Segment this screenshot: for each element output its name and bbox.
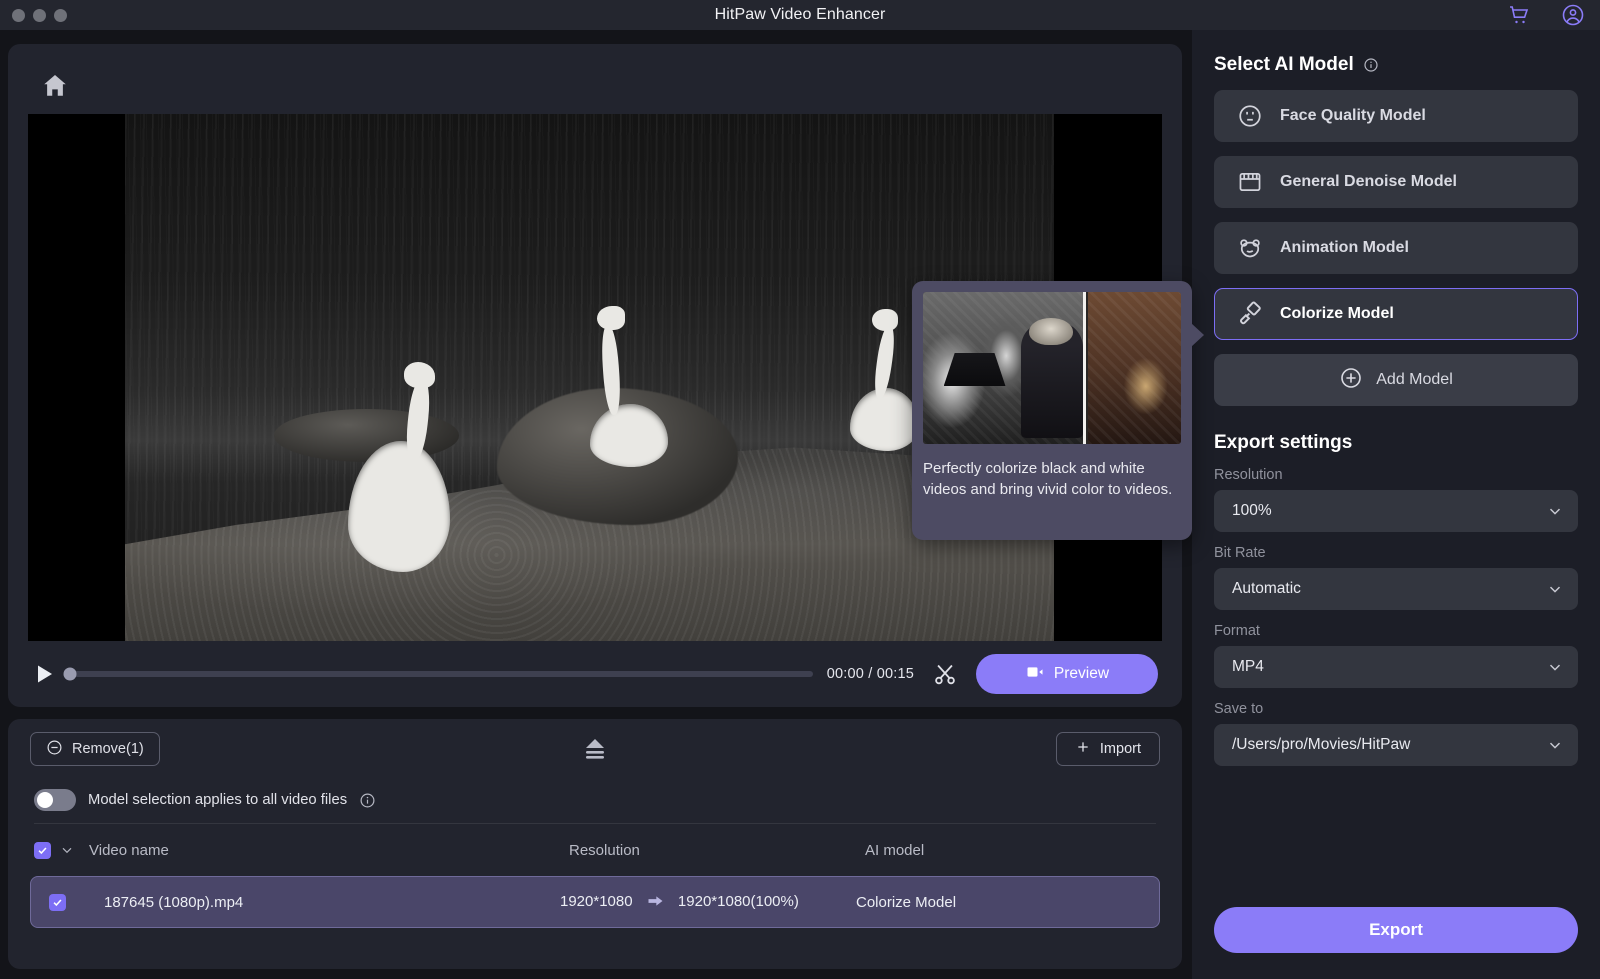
video-goose-head bbox=[871, 308, 898, 332]
remove-button[interactable]: Remove(1) bbox=[30, 732, 160, 766]
home-icon[interactable] bbox=[40, 71, 70, 101]
scissors-icon[interactable] bbox=[932, 661, 958, 687]
title-bar-actions bbox=[1506, 0, 1586, 30]
format-value: MP4 bbox=[1232, 658, 1264, 675]
export-settings-title: Export settings bbox=[1214, 432, 1353, 453]
user-account-icon[interactable] bbox=[1560, 2, 1586, 28]
playback-progress-thumb[interactable] bbox=[63, 667, 77, 681]
resolution-label: Resolution bbox=[1214, 467, 1283, 483]
tooltip-thumb-split-line bbox=[1082, 292, 1086, 444]
column-header-ai-model: AI model bbox=[865, 841, 925, 859]
model-option-face-quality[interactable]: Face Quality Model bbox=[1214, 90, 1578, 142]
video-rock-small bbox=[273, 409, 460, 462]
format-select[interactable]: MP4 bbox=[1214, 646, 1578, 688]
tooltip-thumb-hair bbox=[1028, 317, 1073, 346]
file-list-body: 187645 (1080p).mp4 1920*1080 1920*1080(1… bbox=[8, 876, 1182, 928]
resolution-select[interactable]: 100% bbox=[1214, 490, 1578, 532]
plus-circle-icon bbox=[1339, 366, 1363, 395]
chevron-down-icon[interactable] bbox=[59, 842, 75, 858]
add-model-button[interactable]: Add Model bbox=[1214, 354, 1578, 406]
shopping-cart-icon[interactable] bbox=[1506, 2, 1532, 28]
video-goose-head bbox=[596, 306, 625, 330]
row-resolution-from: 1920*1080 bbox=[560, 892, 633, 910]
playback-progress-slider[interactable] bbox=[63, 667, 813, 681]
row-resolution-to: 1920*1080(100%) bbox=[677, 892, 799, 910]
title-bar: HitPaw Video Enhancer bbox=[0, 0, 1600, 30]
bitrate-select[interactable]: Automatic bbox=[1214, 568, 1578, 610]
bitrate-value: Automatic bbox=[1232, 580, 1301, 597]
table-row[interactable]: 187645 (1080p).mp4 1920*1080 1920*1080(1… bbox=[30, 876, 1160, 928]
toggle-knob bbox=[37, 792, 53, 808]
right-sidebar: Select AI Model Face Quality Model Gener… bbox=[1192, 30, 1600, 979]
apply-to-all-row: Model selection applies to all video fil… bbox=[8, 779, 1182, 823]
paint-roller-icon bbox=[1237, 301, 1263, 327]
select-all-checkbox[interactable] bbox=[34, 841, 51, 859]
column-header-video-name: Video name bbox=[89, 841, 169, 859]
remove-button-label: Remove(1) bbox=[72, 741, 144, 757]
play-icon[interactable] bbox=[32, 661, 56, 687]
file-list-header: Video name Resolution AI model bbox=[8, 824, 1182, 876]
row-checkbox-wrap bbox=[35, 893, 66, 911]
add-model-label: Add Model bbox=[1376, 371, 1453, 388]
save-to-label: Save to bbox=[1214, 701, 1264, 717]
apply-to-all-toggle[interactable] bbox=[34, 789, 76, 811]
face-icon bbox=[1237, 103, 1263, 129]
video-goose-head bbox=[403, 361, 436, 389]
info-icon[interactable] bbox=[359, 792, 376, 809]
row-video-name: 187645 (1080p).mp4 bbox=[104, 893, 244, 911]
import-button-label: Import bbox=[1099, 741, 1141, 757]
save-to-value: /Users/pro/Movies/HitPaw bbox=[1232, 736, 1411, 753]
save-to-select[interactable]: /Users/pro/Movies/HitPaw bbox=[1214, 724, 1578, 766]
model-option-label: Animation Model bbox=[1280, 239, 1409, 256]
chevron-down-icon bbox=[1546, 580, 1564, 598]
select-ai-model-title-text: Select AI Model bbox=[1214, 54, 1354, 75]
minus-circle-icon bbox=[46, 739, 63, 760]
apply-to-all-label: Model selection applies to all video fil… bbox=[88, 792, 348, 808]
model-tooltip: Perfectly colorize black and white video… bbox=[912, 281, 1204, 540]
bear-face-icon bbox=[1237, 235, 1263, 261]
model-option-general-denoise[interactable]: General Denoise Model bbox=[1214, 156, 1578, 208]
model-option-animation[interactable]: Animation Model bbox=[1214, 222, 1578, 274]
collapse-panel-icon[interactable] bbox=[581, 736, 609, 762]
row-resolution: 1920*1080 1920*1080(100%) bbox=[560, 893, 856, 912]
clapperboard-icon bbox=[1237, 169, 1263, 195]
preview-button[interactable]: Preview bbox=[976, 654, 1158, 694]
row-checkbox[interactable] bbox=[49, 893, 66, 911]
tooltip-thumb-after bbox=[1088, 292, 1181, 444]
file-list-toolbar: Remove(1) Import bbox=[8, 719, 1182, 779]
chevron-down-icon bbox=[1546, 658, 1564, 676]
player-controls: 00:00 / 00:15 Preview bbox=[8, 641, 1182, 707]
preview-button-label: Preview bbox=[1053, 665, 1110, 682]
format-label: Format bbox=[1214, 623, 1260, 639]
column-header-resolution: Resolution bbox=[569, 841, 640, 859]
app-window: HitPaw Video Enhancer 00:00 / 00:15 Prev… bbox=[0, 0, 1600, 979]
info-icon[interactable] bbox=[1363, 57, 1379, 73]
file-list-card: Remove(1) Import Model selection applies… bbox=[8, 719, 1182, 969]
model-option-label: Colorize Model bbox=[1280, 305, 1394, 322]
app-title: HitPaw Video Enhancer bbox=[714, 6, 886, 23]
tooltip-thumbnail bbox=[923, 292, 1181, 444]
video-camera-icon bbox=[1025, 662, 1045, 687]
import-button[interactable]: Import bbox=[1055, 732, 1160, 766]
chevron-down-icon bbox=[1546, 502, 1564, 520]
arrow-right-icon bbox=[647, 895, 668, 912]
model-option-label: Face Quality Model bbox=[1280, 107, 1426, 124]
bitrate-label: Bit Rate bbox=[1214, 545, 1266, 561]
playback-time: 00:00 / 00:15 bbox=[826, 666, 914, 682]
resolution-value: 100% bbox=[1232, 502, 1272, 519]
model-option-colorize[interactable]: Colorize Model bbox=[1214, 288, 1578, 340]
select-ai-model-title: Select AI Model bbox=[1214, 54, 1578, 76]
export-button[interactable]: Export bbox=[1214, 907, 1578, 953]
tooltip-text: Perfectly colorize black and white video… bbox=[923, 460, 1173, 499]
model-option-label: General Denoise Model bbox=[1280, 173, 1457, 190]
row-ai-model: Colorize Model bbox=[856, 893, 957, 911]
chevron-down-icon bbox=[1546, 736, 1564, 754]
plus-icon bbox=[1075, 739, 1091, 759]
